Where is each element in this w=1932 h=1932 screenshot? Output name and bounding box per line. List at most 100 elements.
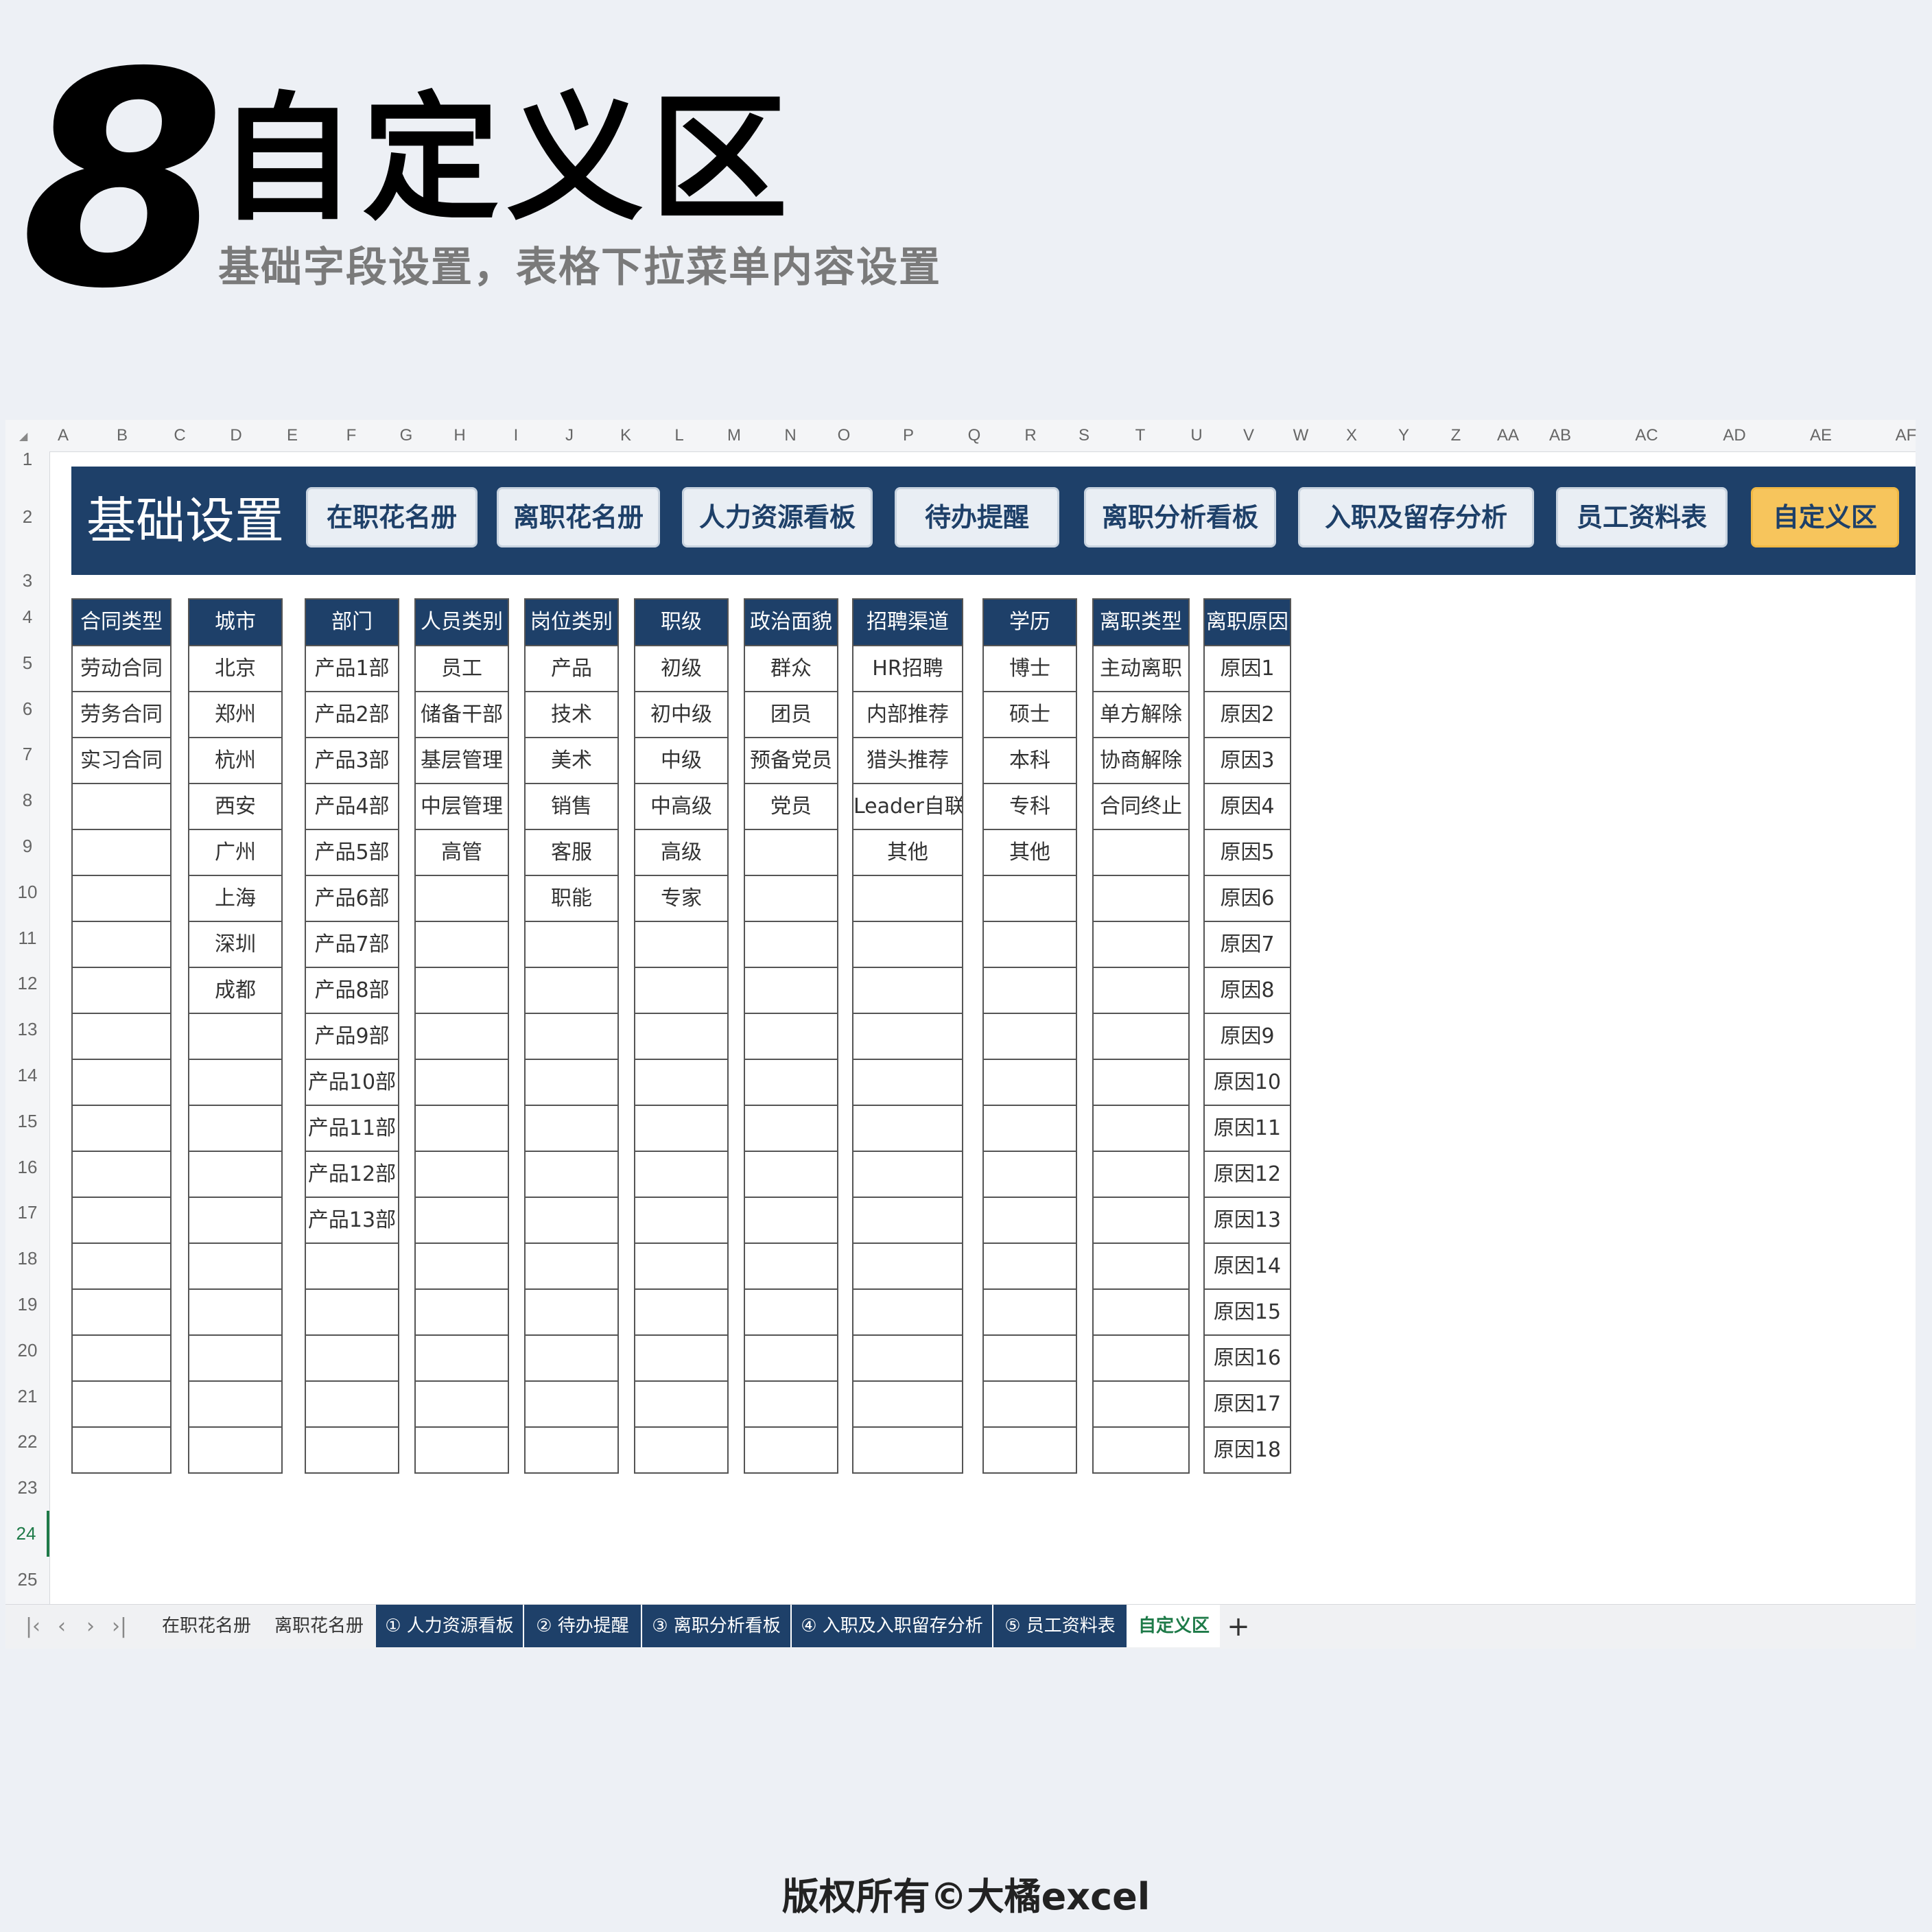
table-cell[interactable] — [635, 1106, 727, 1152]
table-cell[interactable] — [745, 922, 837, 968]
table-cell[interactable]: 产品11部 — [306, 1106, 398, 1152]
column-letter[interactable]: U — [1176, 420, 1217, 451]
table-cell[interactable]: 实习合同 — [73, 738, 170, 784]
resignation-type-header[interactable]: 离职类型 — [1094, 600, 1188, 646]
table-cell[interactable]: 广州 — [189, 830, 281, 876]
resignation-reason-header[interactable]: 离职原因 — [1205, 600, 1290, 646]
nav-button-custom-area[interactable]: 自定义区 — [1751, 487, 1899, 547]
next-sheet-icon[interactable]: › — [77, 1605, 104, 1649]
column-letter[interactable]: D — [215, 420, 257, 451]
table-cell[interactable] — [73, 830, 170, 876]
table-cell[interactable]: 技术 — [526, 692, 617, 738]
table-cell[interactable]: 产品6部 — [306, 876, 398, 922]
table-cell[interactable] — [853, 1060, 962, 1106]
row-number[interactable]: 8 — [5, 777, 49, 823]
table-cell[interactable]: 产品13部 — [306, 1198, 398, 1244]
education-header[interactable]: 学历 — [984, 600, 1076, 646]
row-number[interactable]: 22 — [5, 1419, 49, 1465]
table-cell[interactable] — [73, 1382, 170, 1428]
nav-button-employee-profile[interactable]: 员工资料表 — [1556, 487, 1728, 547]
table-cell[interactable]: 中高级 — [635, 784, 727, 830]
column-letter[interactable]: F — [331, 420, 372, 451]
column-letter[interactable]: W — [1280, 420, 1321, 451]
row-number[interactable]: 6 — [5, 686, 49, 732]
table-cell[interactable] — [853, 1336, 962, 1382]
table-cell[interactable] — [853, 1198, 962, 1244]
table-cell[interactable] — [635, 1014, 727, 1060]
table-cell[interactable] — [745, 1198, 837, 1244]
column-letter[interactable]: R — [1010, 420, 1051, 451]
column-letter[interactable]: A — [43, 420, 84, 451]
table-cell[interactable]: 产品9部 — [306, 1014, 398, 1060]
column-letter[interactable]: Y — [1383, 420, 1424, 451]
table-cell[interactable]: 专科 — [984, 784, 1076, 830]
table-cell[interactable]: 合同终止 — [1094, 784, 1188, 830]
row-number[interactable]: 1 — [5, 450, 49, 468]
column-letter[interactable]: O — [823, 420, 864, 451]
select-all-icon[interactable]: ◢ — [19, 429, 27, 443]
table-cell[interactable]: 产品2部 — [306, 692, 398, 738]
row-number[interactable]: 17 — [5, 1190, 49, 1236]
table-cell[interactable] — [853, 922, 962, 968]
table-cell[interactable]: 西安 — [189, 784, 281, 830]
sheet-tab-onboarding-retention[interactable]: ④ 入职及入职留存分析 — [792, 1605, 993, 1647]
nav-button-todo-reminder[interactable]: 待办提醒 — [895, 487, 1059, 547]
table-cell[interactable] — [416, 1014, 508, 1060]
department-header[interactable]: 部门 — [306, 600, 398, 646]
row-number[interactable]: 14 — [5, 1052, 49, 1098]
table-cell[interactable]: 成都 — [189, 968, 281, 1014]
table-cell[interactable] — [635, 1060, 727, 1106]
table-cell[interactable] — [1094, 922, 1188, 968]
row-number[interactable]: 16 — [5, 1144, 49, 1190]
row-number[interactable]: 11 — [5, 915, 49, 961]
contract-type-header[interactable]: 合同类型 — [73, 600, 170, 646]
table-cell[interactable] — [526, 1244, 617, 1290]
table-cell[interactable] — [73, 1014, 170, 1060]
table-cell[interactable] — [73, 922, 170, 968]
table-cell[interactable]: 美术 — [526, 738, 617, 784]
row-number[interactable]: 18 — [5, 1236, 49, 1282]
table-cell[interactable] — [984, 1198, 1076, 1244]
column-letter[interactable]: Q — [954, 420, 995, 451]
table-cell[interactable]: 原因5 — [1205, 830, 1290, 876]
table-cell[interactable]: 产品5部 — [306, 830, 398, 876]
plus-icon[interactable]: + — [1221, 1605, 1256, 1649]
table-cell[interactable]: 协商解除 — [1094, 738, 1188, 784]
table-cell[interactable]: 原因10 — [1205, 1060, 1290, 1106]
table-cell[interactable] — [416, 1198, 508, 1244]
table-cell[interactable] — [526, 968, 617, 1014]
table-cell[interactable] — [1094, 1060, 1188, 1106]
sheet-tab-custom-area[interactable]: 自定义区 — [1128, 1605, 1220, 1647]
table-cell[interactable] — [306, 1244, 398, 1290]
table-cell[interactable] — [984, 1336, 1076, 1382]
table-cell[interactable]: 产品12部 — [306, 1152, 398, 1198]
table-cell[interactable] — [853, 1106, 962, 1152]
table-cell[interactable] — [635, 1382, 727, 1428]
table-cell[interactable]: 中级 — [635, 738, 727, 784]
table-cell[interactable]: 客服 — [526, 830, 617, 876]
table-cell[interactable] — [745, 1428, 837, 1472]
nav-button-resignation-dashboard[interactable]: 离职分析看板 — [1084, 487, 1276, 547]
table-cell[interactable]: 原因11 — [1205, 1106, 1290, 1152]
table-cell[interactable] — [416, 1382, 508, 1428]
table-cell[interactable] — [853, 1244, 962, 1290]
table-cell[interactable] — [745, 830, 837, 876]
table-cell[interactable] — [73, 1336, 170, 1382]
column-letter[interactable]: AF — [1885, 420, 1927, 451]
row-number[interactable]: 12 — [5, 961, 49, 1006]
table-cell[interactable]: 硕士 — [984, 692, 1076, 738]
table-cell[interactable]: 产品10部 — [306, 1060, 398, 1106]
table-cell[interactable]: 深圳 — [189, 922, 281, 968]
table-cell[interactable] — [416, 1428, 508, 1472]
table-cell[interactable]: 内部推荐 — [853, 692, 962, 738]
table-cell[interactable] — [1094, 1014, 1188, 1060]
column-letter[interactable]: V — [1228, 420, 1269, 451]
table-cell[interactable] — [73, 968, 170, 1014]
table-cell[interactable] — [984, 1060, 1076, 1106]
table-cell[interactable]: 原因2 — [1205, 692, 1290, 738]
table-cell[interactable]: 产品4部 — [306, 784, 398, 830]
table-cell[interactable]: 党员 — [745, 784, 837, 830]
table-cell[interactable] — [984, 1382, 1076, 1428]
table-cell[interactable] — [73, 1290, 170, 1336]
table-cell[interactable] — [1094, 1198, 1188, 1244]
